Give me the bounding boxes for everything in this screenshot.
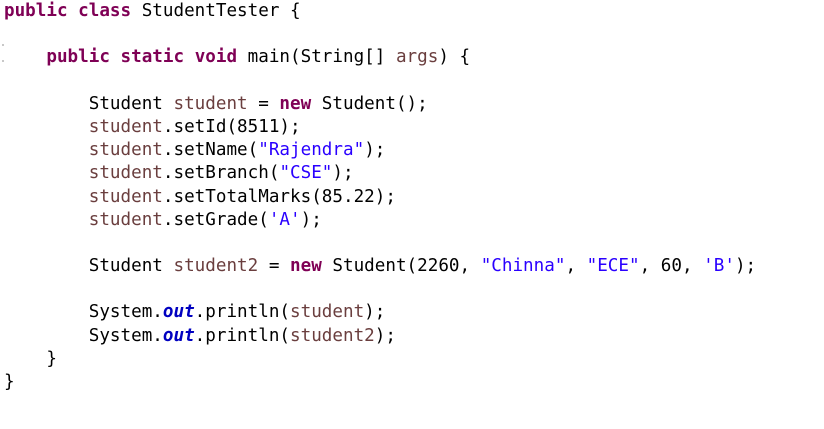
code-line[interactable]: ​ (4, 23, 756, 46)
code-editor[interactable]: public class StudentTester {​ public sta… (0, 0, 824, 429)
code-token-plain: = (258, 256, 291, 277)
code-token-plain: = (247, 93, 280, 114)
code-token-local-variable: student (88, 209, 163, 230)
code-token-static-field: out (162, 325, 195, 346)
code-token-plain: StudentTester { (131, 1, 301, 21)
code-token-plain: ); (332, 163, 354, 184)
code-token-plain: Student (4, 93, 174, 114)
code-line[interactable]: ​ (4, 232, 756, 255)
code-token-local-variable: student (173, 93, 248, 114)
code-token-local-variable: args (395, 47, 439, 68)
code-line[interactable]: public static void main(String[] args) { (4, 46, 756, 69)
code-token-static-field: out (162, 302, 195, 323)
code-token-plain: } (4, 348, 57, 369)
code-token-plain: System. (4, 325, 163, 346)
code-token-keyword: static (120, 47, 185, 68)
code-token-plain: .println( (194, 302, 291, 323)
code-token-plain: } (4, 372, 15, 392)
code-token-plain: .println( (194, 325, 291, 346)
code-token-local-variable: student (290, 302, 365, 323)
source-code[interactable]: public class StudentTester {​ public sta… (4, 0, 756, 394)
code-line[interactable]: Student student = new Student(); (4, 93, 756, 116)
code-token-keyword: new (279, 93, 312, 114)
code-token-plain: ); (364, 140, 386, 161)
code-token-keyword: public (46, 47, 110, 68)
code-token-plain: ); (734, 256, 757, 277)
code-token-string-literal: "Chinna" (480, 256, 566, 277)
code-line[interactable]: public class StudentTester { (4, 0, 756, 23)
code-token-keyword: void (194, 47, 238, 68)
code-token-keyword: new (290, 256, 322, 277)
code-token-string-literal: "Rajendra" (258, 140, 365, 161)
code-token-plain: Student (4, 256, 174, 277)
code-token-local-variable: student2 (173, 256, 259, 277)
code-token-plain: ); (374, 325, 396, 346)
code-line[interactable]: System.out.println(student); (4, 301, 756, 324)
code-token-plain: ); (364, 302, 386, 323)
code-line[interactable]: ​ (4, 278, 756, 301)
code-token-local-variable: student2 (290, 325, 375, 346)
code-token-plain: Student(2260, (321, 256, 481, 277)
code-token-plain: .setId(8511); (162, 116, 301, 137)
code-token-plain: .setGrade( (162, 209, 269, 230)
code-token-string-literal: 'A' (268, 209, 301, 230)
code-line[interactable]: student.setTotalMarks(85.22); (4, 186, 756, 209)
code-token-keyword: class (78, 1, 132, 21)
code-token-local-variable: student (88, 116, 163, 137)
code-line[interactable]: Student student2 = new Student(2260, "Ch… (4, 255, 756, 278)
code-line[interactable]: } (4, 348, 756, 371)
code-line[interactable]: student.setName("Rajendra"); (4, 139, 756, 162)
code-line[interactable]: student.setGrade('A'); (4, 209, 756, 232)
code-token-string-literal: "ECE" (586, 256, 640, 277)
code-line[interactable]: ​ (4, 70, 756, 93)
code-token-plain: , (565, 256, 587, 277)
code-line[interactable]: student.setId(8511); (4, 116, 756, 139)
code-token-plain: Student(); (311, 93, 428, 114)
code-token-string-literal: "CSE" (279, 163, 333, 184)
code-token-plain: .setTotalMarks(85.22); (162, 186, 396, 207)
code-line[interactable]: student.setBranch("CSE"); (4, 162, 756, 185)
code-token-plain: ); (300, 209, 322, 230)
code-token-plain: .setName( (162, 140, 259, 161)
code-token-plain: main(String[] (237, 47, 396, 68)
code-token-keyword: public (4, 1, 68, 21)
code-token-local-variable: student (88, 163, 163, 184)
code-token-plain: .setBranch( (162, 163, 280, 184)
code-token-string-literal: 'B' (703, 256, 735, 277)
code-token-plain: ) { (438, 47, 471, 68)
code-line[interactable]: System.out.println(student2); (4, 325, 756, 348)
code-line[interactable]: } (4, 371, 756, 394)
code-token-local-variable: student (88, 140, 163, 161)
code-token-plain: , 60, (639, 256, 704, 277)
code-token-local-variable: student (88, 186, 163, 207)
code-token-plain: System. (4, 302, 163, 323)
